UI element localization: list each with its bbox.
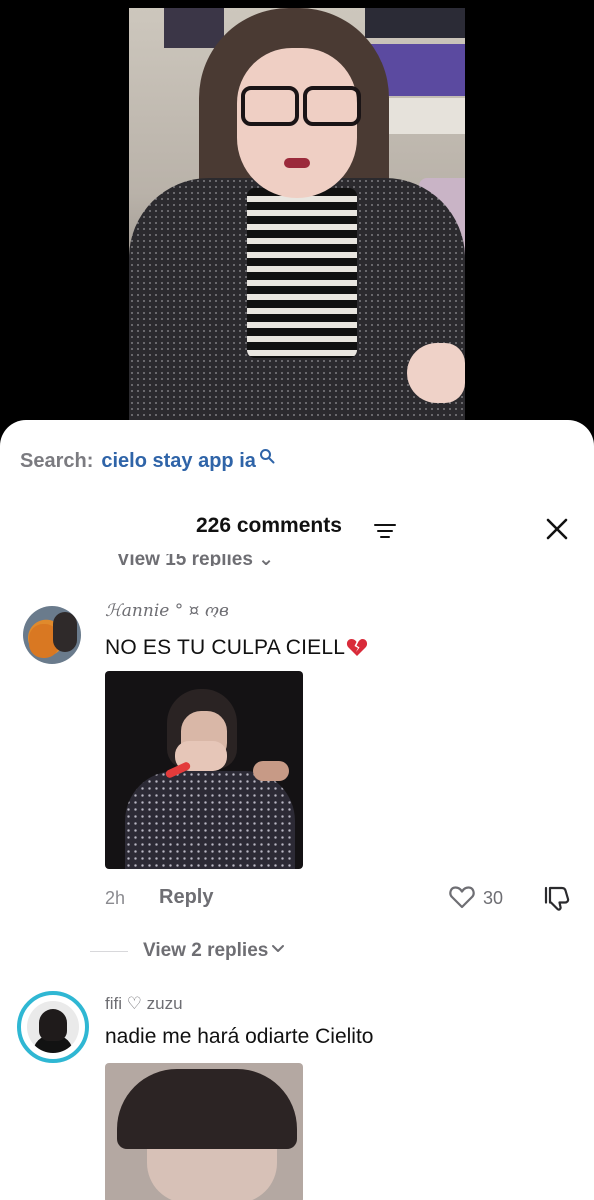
search-label: Search: bbox=[20, 450, 94, 472]
person-lips bbox=[284, 158, 310, 168]
person-hand bbox=[407, 343, 465, 403]
comment-gif-image[interactable] bbox=[105, 671, 303, 869]
comment-gif-image[interactable] bbox=[105, 1063, 303, 1200]
avatar-story-ring[interactable] bbox=[17, 991, 89, 1063]
broken-heart-icon bbox=[347, 639, 368, 656]
comments-sheet: Search: cielo stay app ia 226 comments V… bbox=[0, 420, 594, 1200]
like-count: 30 bbox=[483, 888, 504, 908]
wall-poster bbox=[164, 8, 224, 48]
comment-text: nadie me hará odiarte Cielito bbox=[105, 1025, 374, 1048]
comments-count: 226 comments bbox=[196, 514, 342, 537]
search-suggestion[interactable]: Search: cielo stay app ia bbox=[20, 449, 275, 473]
avatar bbox=[27, 1001, 79, 1053]
chevron-down-icon bbox=[272, 945, 285, 952]
comment-time: 2h bbox=[105, 888, 126, 908]
thumbs-down-icon[interactable] bbox=[542, 884, 572, 912]
glasses-right-lens bbox=[303, 86, 361, 126]
search-query[interactable]: cielo stay app ia bbox=[101, 450, 256, 473]
view-replies-link[interactable]: View 2 replies bbox=[143, 940, 285, 962]
replies-divider bbox=[90, 951, 128, 952]
gif-shoulder-hand bbox=[253, 761, 289, 781]
reply-button[interactable]: Reply bbox=[159, 886, 213, 909]
comment-text-content: NO ES TU CULPA CIELL bbox=[105, 636, 346, 659]
comment-username[interactable]: ℋannie ° ¤ ოв bbox=[105, 601, 229, 621]
avatar[interactable] bbox=[23, 606, 81, 664]
comment-text: NO ES TU CULPA CIELL bbox=[105, 636, 368, 660]
gif-hair bbox=[117, 1069, 297, 1149]
glasses-left-lens bbox=[241, 86, 299, 126]
comments-header: 226 comments bbox=[0, 510, 594, 544]
search-icon bbox=[259, 449, 275, 464]
close-icon[interactable] bbox=[544, 516, 570, 542]
view-replies-link-partial[interactable]: View 15 replies ⌄ bbox=[117, 554, 274, 566]
sort-filter-icon[interactable] bbox=[374, 522, 396, 540]
heart-icon[interactable] bbox=[448, 884, 476, 910]
comment-actions: 2h Reply 30 bbox=[105, 886, 575, 912]
comment-username[interactable]: fifi ♡ zuzu bbox=[105, 994, 183, 1014]
wall-poster bbox=[365, 8, 465, 38]
video-player[interactable] bbox=[129, 8, 465, 420]
avatar-person bbox=[53, 612, 77, 652]
view-replies-label: View 2 replies bbox=[143, 940, 269, 961]
person-striped-shirt bbox=[247, 188, 357, 358]
avatar-person-head bbox=[39, 1009, 67, 1041]
gif-jacket bbox=[125, 771, 295, 869]
